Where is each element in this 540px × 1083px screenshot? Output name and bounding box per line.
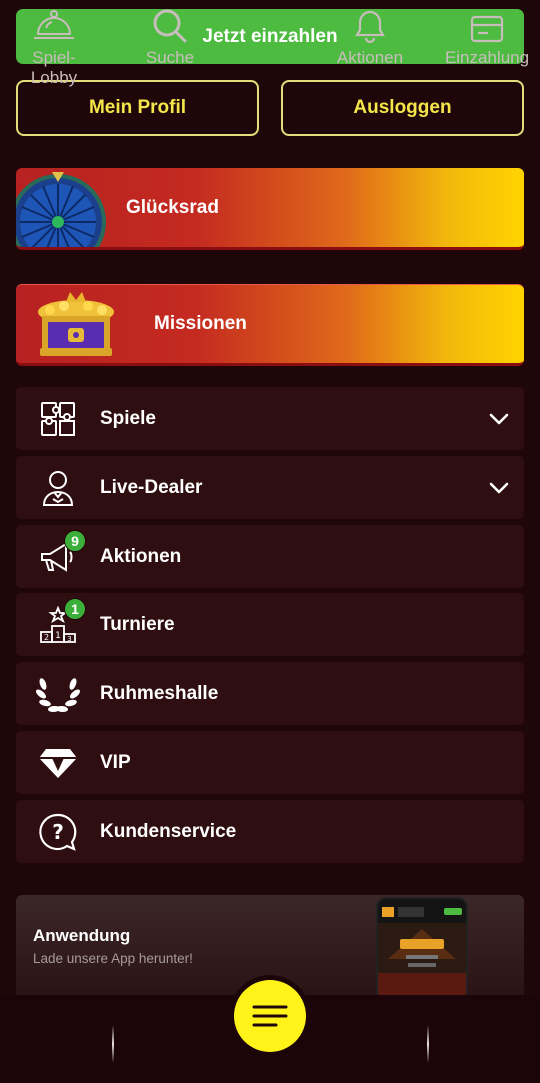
svg-text:2: 2 bbox=[44, 633, 49, 642]
laurel-icon bbox=[36, 677, 80, 712]
profile-button[interactable]: Mein Profil bbox=[16, 80, 259, 136]
app-card-title: Anwendung bbox=[33, 926, 131, 945]
nav-search[interactable]: Suche bbox=[130, 0, 210, 88]
chevron-down-icon[interactable] bbox=[474, 413, 524, 425]
menu-item-label: Aktionen bbox=[100, 545, 182, 567]
nav-deposit[interactable]: Einzahlung bbox=[440, 0, 534, 88]
menu-item-label: Live-Dealer bbox=[100, 476, 203, 498]
nav-deposit-label: Einzahlung bbox=[444, 48, 530, 67]
nav-promotions[interactable]: Aktionen bbox=[330, 0, 410, 88]
nav-separator bbox=[427, 1025, 429, 1063]
missions-banner[interactable]: Missionen bbox=[16, 284, 524, 366]
svg-text:3: 3 bbox=[67, 635, 71, 643]
menu-item-live-dealer[interactable]: Live-Dealer bbox=[16, 456, 524, 519]
logout-button[interactable]: Ausloggen bbox=[281, 80, 524, 136]
wheel-of-fortune-banner[interactable]: Glücksrad bbox=[16, 168, 524, 250]
menu-item-hall-of-fame[interactable]: Ruhmeshalle bbox=[16, 662, 524, 725]
wheel-of-fortune-label: Glücksrad bbox=[126, 196, 219, 218]
nav-lobby-label: Spiel- Lobby bbox=[30, 48, 78, 87]
notification-badge: 1 bbox=[64, 598, 86, 620]
hamburger-menu-icon bbox=[252, 1005, 288, 1027]
help-icon: ? bbox=[39, 813, 77, 851]
nav-separator bbox=[112, 1025, 114, 1063]
wheel-icon bbox=[16, 168, 108, 247]
deposit-button-label: Jetzt einzahlen bbox=[202, 25, 338, 47]
menu-item-label: Kundenservice bbox=[100, 820, 237, 842]
diamond-icon bbox=[39, 748, 77, 778]
treasure-chest-icon bbox=[16, 285, 136, 363]
missions-label: Missionen bbox=[154, 313, 247, 334]
phone-preview-image bbox=[376, 897, 468, 1001]
card-icon bbox=[470, 15, 504, 43]
nav-lobby[interactable]: Spiel- Lobby bbox=[14, 0, 94, 88]
service-bell-icon bbox=[34, 10, 74, 39]
puzzle-icon bbox=[41, 401, 75, 436]
search-icon bbox=[153, 9, 187, 43]
menu-item-games[interactable]: Spiele bbox=[16, 387, 524, 450]
menu-item-tournaments[interactable]: 1 2 3 1 Turniere bbox=[16, 593, 524, 656]
menu-item-label: Ruhmeshalle bbox=[100, 682, 219, 704]
chevron-down-icon[interactable] bbox=[474, 482, 524, 494]
menu-item-label: VIP bbox=[100, 751, 131, 773]
svg-text:?: ? bbox=[52, 820, 64, 844]
profile-button-label: Mein Profil bbox=[88, 97, 187, 118]
bell-icon bbox=[355, 10, 385, 44]
app-card-subtitle: Lade unsere App herunter! bbox=[33, 951, 193, 966]
dealer-icon bbox=[42, 470, 74, 506]
notification-badge: 9 bbox=[64, 530, 86, 552]
svg-text:1: 1 bbox=[55, 631, 61, 641]
menu-item-promotions[interactable]: 9 Aktionen bbox=[16, 525, 524, 588]
menu-item-label: Turniere bbox=[100, 613, 175, 635]
menu-item-customer-service[interactable]: ? Kundenservice bbox=[16, 800, 524, 863]
nav-search-label: Suche bbox=[145, 48, 195, 67]
logout-button-label: Ausloggen bbox=[353, 97, 452, 118]
menu-button[interactable] bbox=[229, 975, 311, 1057]
nav-promotions-label: Aktionen bbox=[336, 48, 404, 67]
menu-item-label: Spiele bbox=[100, 407, 156, 429]
menu-item-vip[interactable]: VIP bbox=[16, 731, 524, 794]
